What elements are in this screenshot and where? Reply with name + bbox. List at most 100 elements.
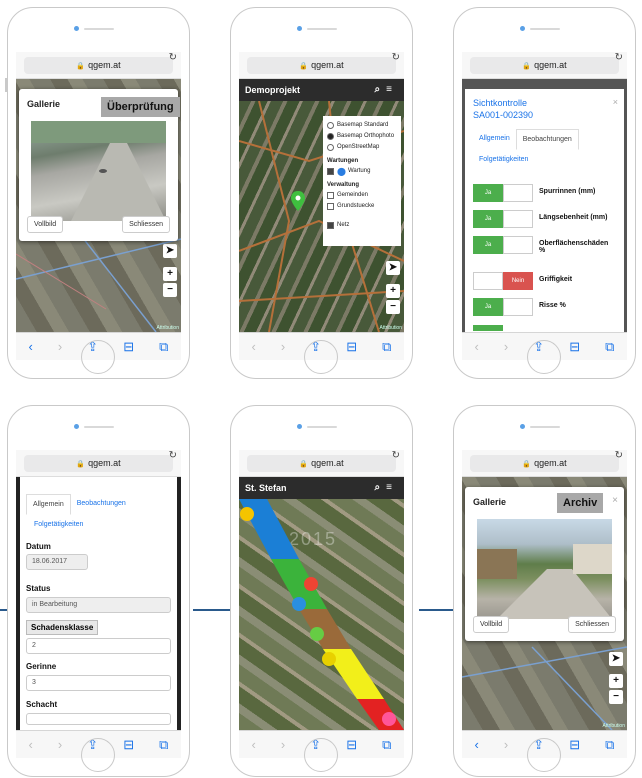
tab-folgetaetigkeiten[interactable]: Folgetätigkeiten: [28, 515, 89, 534]
back-icon[interactable]: ‹: [252, 339, 256, 354]
schadensklasse-field[interactable]: 2: [26, 638, 171, 654]
zoom-out-button[interactable]: −: [609, 690, 623, 704]
checkbox-icon[interactable]: [327, 168, 334, 175]
home-button[interactable]: [527, 738, 561, 772]
no-toggle[interactable]: [503, 298, 533, 316]
no-toggle[interactable]: [503, 236, 533, 254]
search-icon[interactable]: ⌕: [375, 84, 387, 95]
close-icon[interactable]: ×: [613, 97, 618, 107]
layer-option[interactable]: Basemap Orthophoto: [327, 131, 397, 142]
layer-option[interactable]: Netz: [327, 220, 397, 231]
tabs-icon[interactable]: ⧉: [382, 339, 391, 355]
zoom-in-button[interactable]: +: [386, 284, 400, 298]
search-icon[interactable]: ⌕: [375, 482, 387, 493]
url-bar[interactable]: 🔒 qgem.at ↻: [239, 52, 404, 79]
radio-icon[interactable]: [327, 144, 334, 151]
zoom-out-button[interactable]: −: [386, 300, 400, 314]
close-button[interactable]: Schliessen: [122, 216, 170, 233]
tab-beobachtungen[interactable]: Beobachtungen: [515, 129, 579, 150]
tab-allgemein[interactable]: Allgemein: [26, 494, 71, 515]
map-background[interactable]: 2015: [239, 499, 404, 730]
fullscreen-button[interactable]: Vollbild: [27, 216, 64, 233]
tabs-icon[interactable]: ⧉: [605, 339, 614, 355]
checkbox-icon[interactable]: [327, 222, 334, 229]
bookmarks-icon[interactable]: ⊟: [346, 339, 357, 355]
url-bar[interactable]: 🔒 qgem.at ↻: [16, 450, 181, 477]
zoom-out-button[interactable]: −: [163, 283, 177, 297]
attribution[interactable]: Attribution: [379, 325, 402, 331]
url-bar[interactable]: 🔒 qgem.at ↻: [239, 450, 404, 477]
url-bar[interactable]: 🔒 qgem.at ↻: [16, 52, 181, 79]
locate-button[interactable]: ➤: [386, 261, 400, 275]
home-button[interactable]: [81, 340, 115, 374]
url-bar[interactable]: 🔒 qgem.at ↻: [462, 450, 627, 477]
forward-icon[interactable]: ›: [504, 737, 508, 752]
radio-icon[interactable]: [327, 133, 334, 140]
back-icon[interactable]: ‹: [29, 339, 33, 354]
reload-icon[interactable]: ↻: [392, 450, 400, 461]
locate-button[interactable]: ➤: [609, 652, 623, 666]
close-icon[interactable]: ×: [612, 495, 618, 506]
gerinne-field[interactable]: 3: [26, 675, 171, 691]
checkbox-icon[interactable]: [327, 192, 334, 199]
bookmarks-icon[interactable]: ⊟: [569, 339, 580, 355]
zoom-in-button[interactable]: +: [609, 674, 623, 688]
layer-option[interactable]: Gemeinden: [327, 190, 397, 201]
yes-toggle[interactable]: Ja: [473, 298, 503, 316]
datum-field[interactable]: 18.06.2017: [26, 554, 88, 570]
tabs-icon[interactable]: ⧉: [382, 737, 391, 753]
reload-icon[interactable]: ↻: [392, 52, 400, 63]
home-button[interactable]: [527, 340, 561, 374]
tabs-icon[interactable]: ⧉: [159, 339, 168, 355]
menu-icon[interactable]: ≡: [386, 482, 398, 493]
fullscreen-button[interactable]: Vollbild: [473, 616, 510, 633]
layer-option[interactable]: ⬤ Wartung: [327, 166, 397, 177]
forward-icon[interactable]: ›: [281, 339, 285, 354]
zoom-in-button[interactable]: +: [163, 267, 177, 281]
back-icon[interactable]: ‹: [475, 737, 479, 752]
forward-icon[interactable]: ›: [58, 339, 62, 354]
tabs-icon[interactable]: ⧉: [605, 737, 614, 753]
attribution[interactable]: Attribution: [156, 325, 179, 331]
no-toggle[interactable]: [503, 210, 533, 228]
status-select[interactable]: in Bearbeitung: [26, 597, 171, 613]
reload-icon[interactable]: ↻: [169, 52, 177, 63]
yes-toggle-partial[interactable]: [473, 325, 503, 331]
tabs-icon[interactable]: ⧉: [159, 737, 168, 753]
bookmarks-icon[interactable]: ⊟: [569, 737, 580, 753]
checkbox-icon[interactable]: [327, 203, 334, 210]
reload-icon[interactable]: ↻: [615, 450, 623, 461]
back-icon[interactable]: ‹: [29, 737, 33, 752]
back-icon[interactable]: ‹: [252, 737, 256, 752]
home-button[interactable]: [81, 738, 115, 772]
radio-icon[interactable]: [327, 122, 334, 129]
schacht-field[interactable]: [26, 713, 171, 725]
menu-icon[interactable]: ≡: [386, 84, 398, 95]
forward-icon[interactable]: ›: [58, 737, 62, 752]
map-marker-icon[interactable]: [291, 191, 305, 211]
bookmarks-icon[interactable]: ⊟: [123, 737, 134, 753]
close-icon[interactable]: ×: [166, 97, 172, 108]
tab-folgetaetigkeiten[interactable]: Folgetätigkeiten: [473, 150, 534, 169]
no-toggle[interactable]: [503, 184, 533, 202]
yes-toggle[interactable]: Ja: [473, 184, 503, 202]
reload-icon[interactable]: ↻: [615, 52, 623, 63]
close-button[interactable]: Schliessen: [568, 616, 616, 633]
bookmarks-icon[interactable]: ⊟: [346, 737, 357, 753]
home-button[interactable]: [304, 340, 338, 374]
locate-button[interactable]: ➤: [163, 244, 177, 258]
tab-allgemein[interactable]: Allgemein: [473, 129, 516, 150]
forward-icon[interactable]: ›: [281, 737, 285, 752]
home-button[interactable]: [304, 738, 338, 772]
tab-beobachtungen[interactable]: Beobachtungen: [71, 494, 132, 515]
attribution[interactable]: Attribution: [602, 723, 625, 729]
layer-option[interactable]: Basemap Standard: [327, 120, 397, 131]
no-toggle[interactable]: Nein: [503, 272, 533, 290]
layer-option[interactable]: OpenStreetMap: [327, 142, 397, 153]
yes-toggle[interactable]: Ja: [473, 236, 503, 254]
yes-toggle[interactable]: [473, 272, 503, 290]
back-icon[interactable]: ‹: [475, 339, 479, 354]
url-bar[interactable]: 🔒 qgem.at ↻: [462, 52, 627, 79]
layer-option[interactable]: Grundstuecke: [327, 201, 397, 212]
reload-icon[interactable]: ↻: [169, 450, 177, 461]
